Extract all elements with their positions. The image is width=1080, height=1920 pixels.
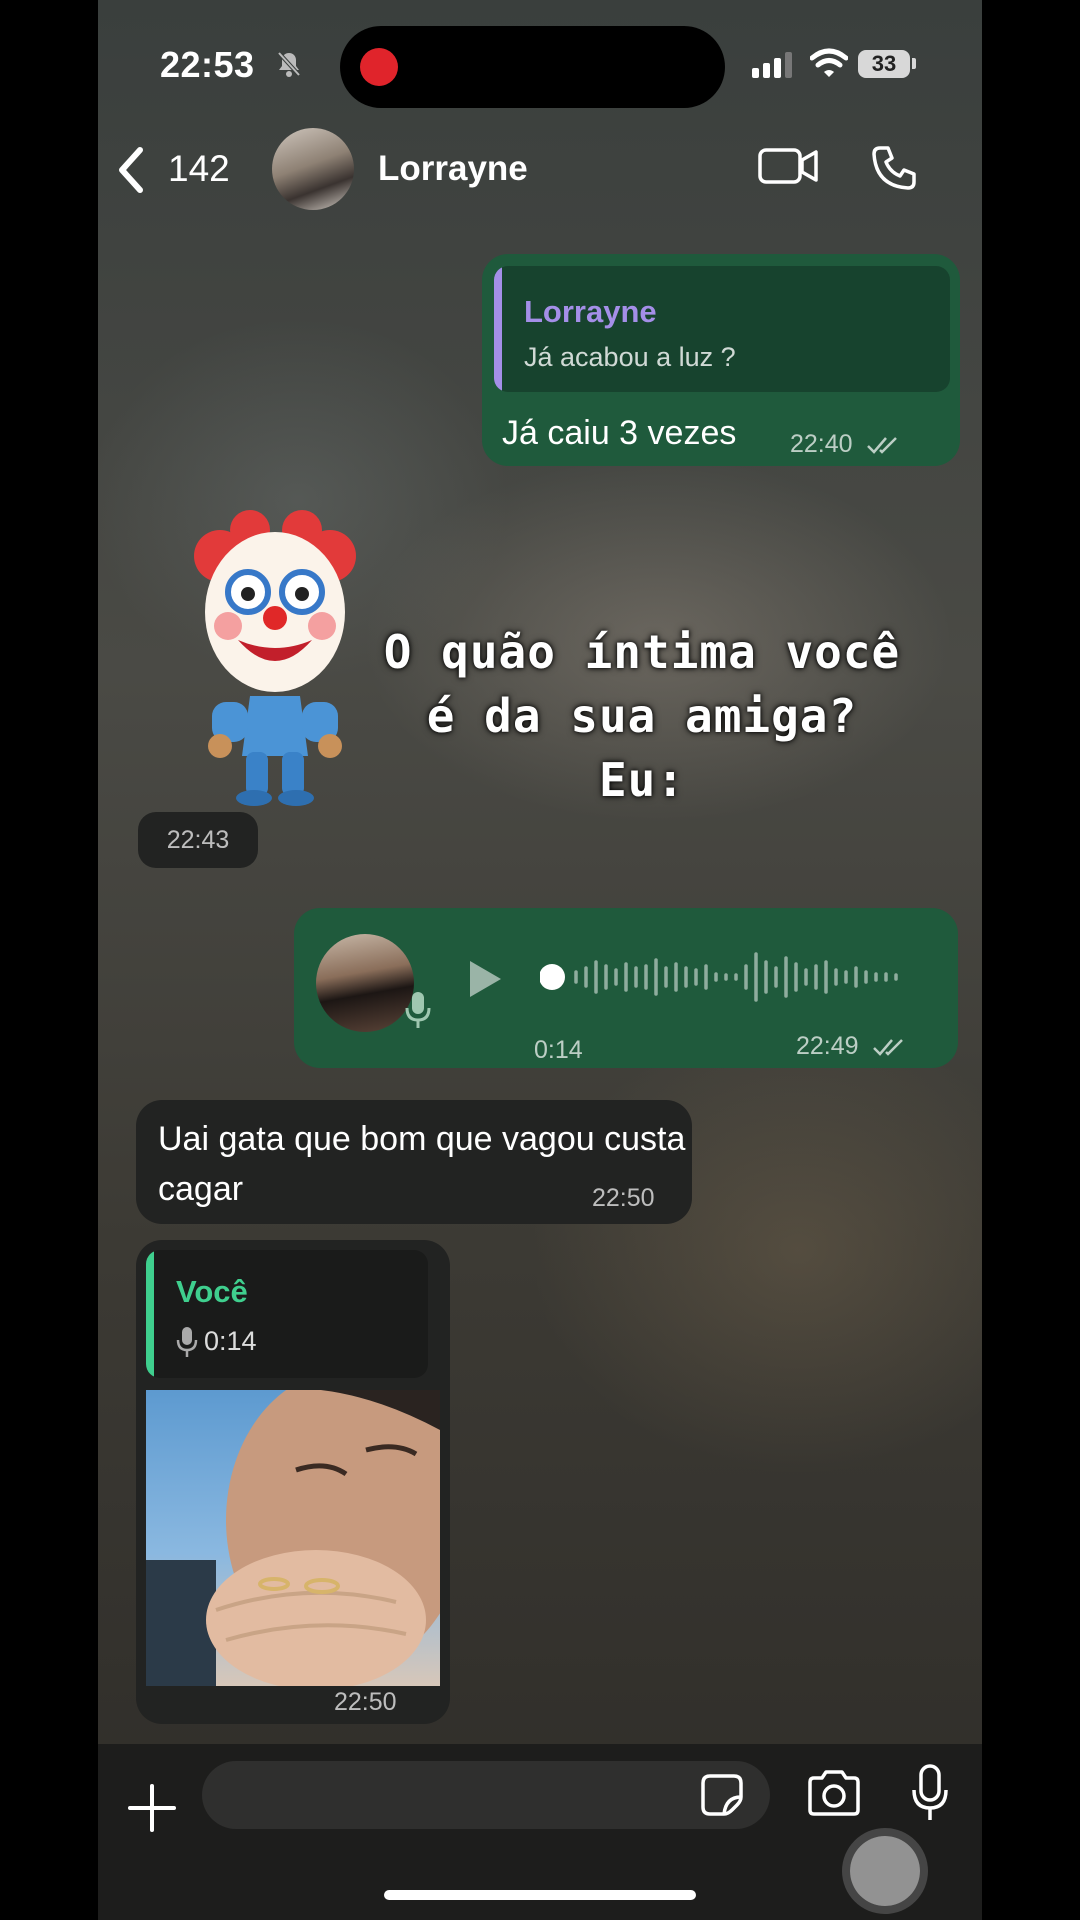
outgoing-message-bubble[interactable]: Lorrayne Já acabou a luz ? Já caiu 3 vez… [482, 254, 960, 466]
quoted-author: Lorrayne [524, 294, 657, 329]
message-meta: 22:40 [790, 430, 900, 459]
recording-indicator-icon [360, 48, 398, 86]
battery-tip [912, 58, 916, 69]
phone-call-icon[interactable] [870, 144, 918, 192]
message-meta: 22:49 [796, 1032, 906, 1061]
quoted-voice-duration: 0:14 [204, 1326, 257, 1356]
photo-content [146, 1390, 440, 1686]
contact-name[interactable]: Lorrayne [378, 149, 528, 189]
assistive-touch-button[interactable] [850, 1836, 920, 1906]
sender-avatar [316, 934, 414, 1032]
quoted-text: Já acabou a luz ? [524, 342, 736, 372]
bell-muted-icon [277, 51, 301, 77]
status-time: 22:53 [160, 44, 255, 85]
play-icon[interactable] [466, 958, 504, 1000]
photo-attachment[interactable] [146, 1390, 440, 1686]
microphone-icon[interactable] [910, 1764, 950, 1824]
chat-screen: 22:53 33 142 Lorrayne Lorrayne Já acabou… [98, 0, 982, 1920]
double-check-icon [866, 437, 897, 455]
camera-icon[interactable] [806, 1770, 862, 1816]
plus-icon[interactable] [128, 1784, 176, 1832]
audio-waveform[interactable] [540, 942, 920, 1012]
microphone-icon [405, 992, 431, 1028]
caption-line: Eu: [598, 753, 686, 807]
video-overlay-caption: O quão íntima você é da sua amiga? Eu: [362, 620, 922, 812]
quoted-author: Você [176, 1274, 248, 1309]
voice-duration: 0:14 [534, 1036, 583, 1064]
wifi-icon [810, 48, 848, 77]
message-input-bar [98, 1744, 982, 1920]
quote-accent-bar [146, 1250, 154, 1378]
message-time: 22:49 [796, 1032, 859, 1060]
sticker-time: 22:43 [138, 812, 258, 868]
back-chevron-icon[interactable] [116, 146, 146, 194]
caption-line: é da sua amiga? [426, 689, 858, 743]
double-check-icon [872, 1039, 903, 1057]
message-input-field[interactable] [202, 1761, 770, 1829]
incoming-message-bubble[interactable]: Uai gata que bom que vagou custa cagar 2… [136, 1100, 692, 1224]
microphone-icon [176, 1327, 198, 1357]
message-time: 22:50 [334, 1688, 397, 1716]
sticker-icon[interactable] [700, 1773, 744, 1817]
message-time: 22:50 [592, 1184, 655, 1212]
message-time: 22:40 [790, 430, 853, 458]
quoted-reply[interactable]: Você 0:14 [146, 1250, 428, 1378]
home-indicator[interactable] [384, 1890, 696, 1900]
unread-count[interactable]: 142 [168, 148, 230, 190]
clown-sticker[interactable] [190, 506, 360, 806]
video-call-icon[interactable] [758, 146, 818, 186]
battery-indicator: 33 [858, 50, 910, 78]
message-text: Já caiu 3 vezes [502, 414, 737, 452]
quoted-reply[interactable]: Lorrayne Já acabou a luz ? [494, 266, 950, 392]
contact-avatar[interactable] [272, 128, 354, 210]
cellular-signal-icon [752, 52, 792, 78]
voice-message-bubble[interactable]: 0:14 22:49 [294, 908, 958, 1068]
quote-accent-bar [494, 266, 502, 392]
incoming-photo-bubble[interactable]: Você 0:14 22:50 [136, 1240, 450, 1724]
caption-line: O quão íntima você [383, 625, 901, 679]
